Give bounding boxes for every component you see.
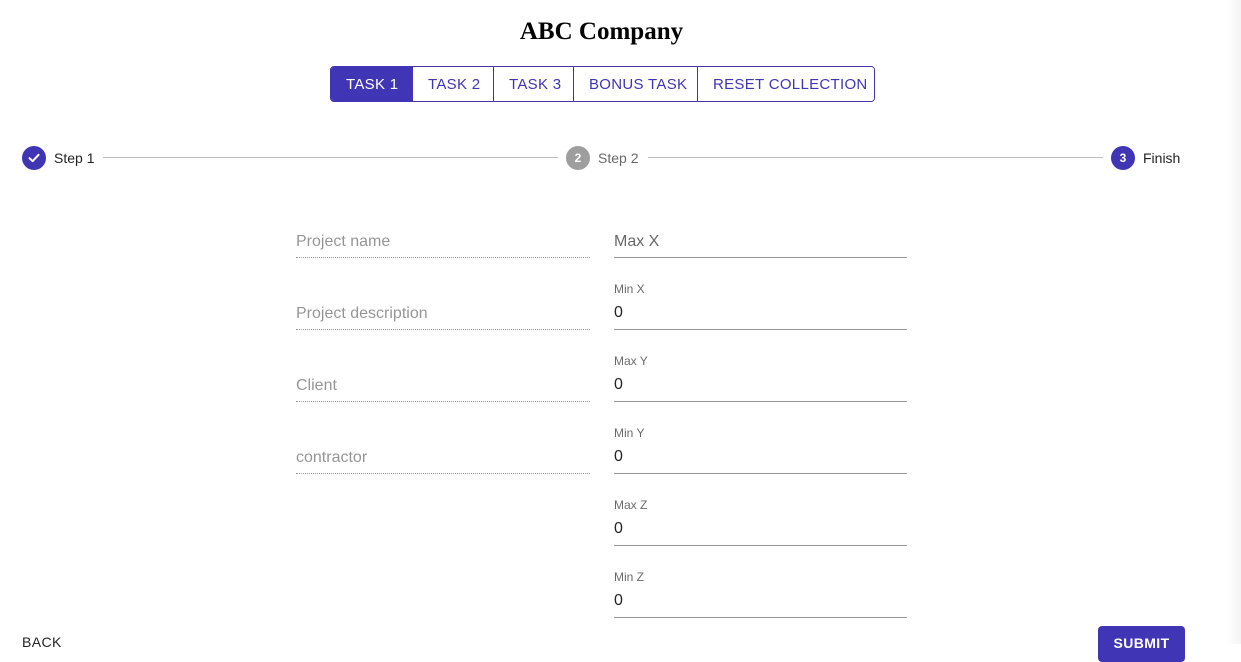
tab-task-3[interactable]: TASK 3 xyxy=(493,67,573,101)
check-icon xyxy=(22,146,46,170)
step-1-label: Step 1 xyxy=(54,150,95,166)
min-x-label: Min X xyxy=(614,282,645,296)
min-y-value: 0 xyxy=(614,448,623,465)
step-2-number: 2 xyxy=(566,146,590,170)
max-y-label: Max Y xyxy=(614,354,648,368)
project-description-field[interactable]: Project description xyxy=(296,298,590,330)
step-2: 2 Step 2 xyxy=(566,146,638,170)
task-tab-bar: TASK 1 TASK 2 TASK 3 BONUS TASK RESET CO… xyxy=(330,66,875,102)
min-y-label: Min Y xyxy=(614,426,645,440)
project-description-placeholder: Project description xyxy=(296,305,428,322)
project-name-placeholder: Project name xyxy=(296,233,391,250)
client-placeholder: Client xyxy=(296,377,337,394)
step-3: 3 Finish xyxy=(1111,146,1180,170)
step-connector xyxy=(103,157,558,158)
step-2-label: Step 2 xyxy=(598,150,639,166)
step-3-number: 3 xyxy=(1111,146,1135,170)
tab-task-2[interactable]: TASK 2 xyxy=(412,67,493,101)
min-x-field[interactable]: Min X 0 xyxy=(614,282,907,330)
min-y-field[interactable]: Min Y 0 xyxy=(614,426,907,474)
project-name-field[interactable]: Project name xyxy=(296,226,590,258)
min-x-value: 0 xyxy=(614,304,623,321)
page-title: ABC Company xyxy=(519,18,684,45)
max-x-field[interactable]: Max X xyxy=(614,226,907,258)
step-connector xyxy=(648,157,1103,158)
tab-task-1[interactable]: TASK 1 xyxy=(331,67,412,101)
contractor-field[interactable]: contractor xyxy=(296,442,590,474)
min-z-label: Min Z xyxy=(614,570,644,584)
max-z-field[interactable]: Max Z 0 xyxy=(614,498,907,546)
step-1: Step 1 xyxy=(22,146,94,170)
max-y-value: 0 xyxy=(614,376,623,393)
contractor-placeholder: contractor xyxy=(296,449,368,466)
max-z-value: 0 xyxy=(614,520,623,537)
max-z-label: Max Z xyxy=(614,498,648,512)
step-3-label: Finish xyxy=(1143,150,1181,166)
min-z-value: 0 xyxy=(614,592,623,609)
tab-reset-collection[interactable]: RESET COLLECTION xyxy=(697,67,874,101)
scroll-edge-shadow xyxy=(1227,0,1241,644)
max-x-placeholder: Max X xyxy=(614,233,660,250)
tab-bonus-task[interactable]: BONUS TASK xyxy=(573,67,697,101)
back-button[interactable]: BACK xyxy=(22,634,62,650)
min-z-field[interactable]: Min Z 0 xyxy=(614,570,907,618)
stepper: Step 1 2 Step 2 3 Finish xyxy=(22,146,1181,170)
client-field[interactable]: Client xyxy=(296,370,590,402)
max-y-field[interactable]: Max Y 0 xyxy=(614,354,907,402)
submit-button[interactable]: SUBMIT xyxy=(1098,626,1185,662)
